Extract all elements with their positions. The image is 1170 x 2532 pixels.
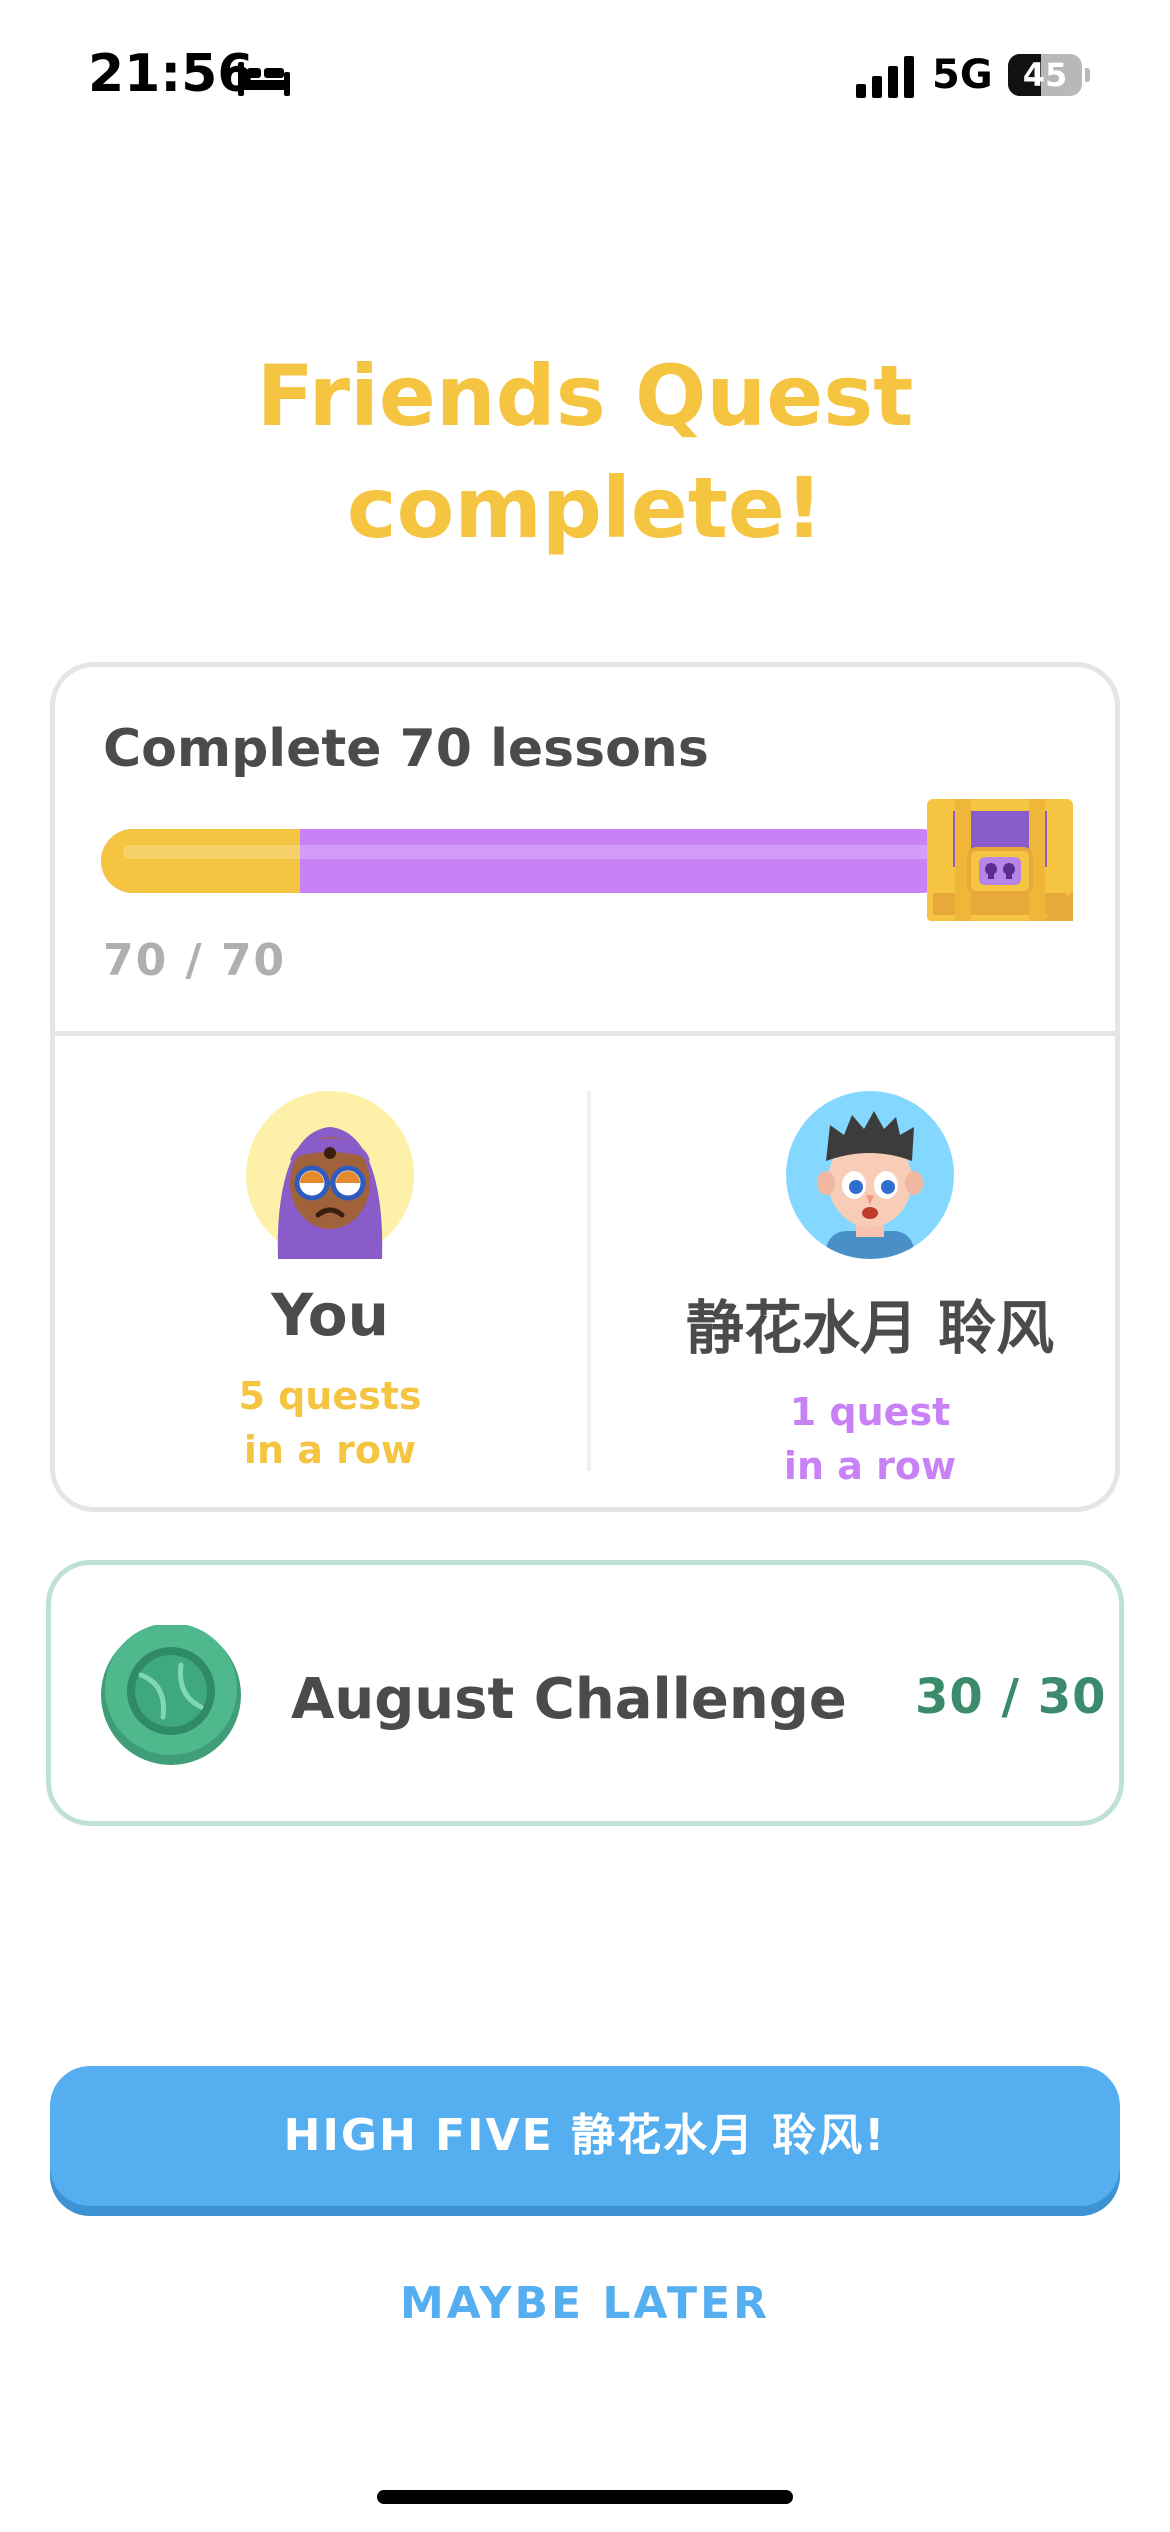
title-line-2: complete! — [346, 459, 824, 557]
challenge-count: 30 / 30 — [915, 1669, 1107, 1725]
progress-fill-you — [101, 829, 301, 893]
maybe-later-button[interactable]: MAYBE LATER — [0, 2278, 1170, 2329]
network-type: 5G — [932, 52, 993, 98]
status-bar: 21:56 5G 45 — [0, 0, 1170, 150]
member-you: You 5 quests in a row — [95, 1091, 565, 1477]
member-friend: 静花水月 聆风 1 quest in a row — [635, 1091, 1105, 1493]
member-streak-friend: 1 quest in a row — [635, 1385, 1105, 1493]
quest-count: 70 / 70 — [103, 935, 287, 986]
quest-progress-bar — [101, 829, 953, 893]
card-divider — [55, 1031, 1115, 1036]
member-name-friend: 静花水月 聆风 — [685, 1294, 1055, 1362]
streak-line-1: 5 quests — [238, 1374, 422, 1418]
high-five-button[interactable]: HIGH FIVE 静花水月 聆风! — [50, 2066, 1120, 2206]
page-title: Friends Quest complete! — [0, 340, 1170, 564]
treasure-chest-icon — [927, 799, 1073, 921]
signal-icon — [856, 56, 914, 98]
status-time: 21:56 — [88, 44, 254, 104]
avatar-boy-icon — [786, 1091, 954, 1259]
tennis-ball-badge-icon — [101, 1625, 241, 1765]
battery-icon: 45 — [1008, 54, 1090, 96]
battery-percent: 45 — [1022, 56, 1068, 94]
member-streak-you: 5 quests in a row — [95, 1369, 565, 1477]
bed-icon — [238, 62, 290, 96]
title-line-1: Friends Quest — [256, 347, 914, 445]
member-name-you: You — [271, 1281, 389, 1349]
home-indicator — [377, 2490, 793, 2504]
streak-line-2: in a row — [243, 1428, 417, 1472]
streak-line-2: in a row — [783, 1444, 957, 1488]
avatar-hijab-glasses-icon — [246, 1091, 414, 1259]
quest-card: Complete 70 lessons 70 / 70 You 5 quests… — [50, 662, 1120, 1512]
member-divider — [587, 1091, 591, 1471]
challenge-card[interactable]: August Challenge 30 / 30 — [46, 1560, 1124, 1826]
quest-goal-label: Complete 70 lessons — [103, 719, 709, 779]
streak-line-1: 1 quest — [789, 1390, 951, 1434]
challenge-name: August Challenge — [291, 1667, 847, 1732]
